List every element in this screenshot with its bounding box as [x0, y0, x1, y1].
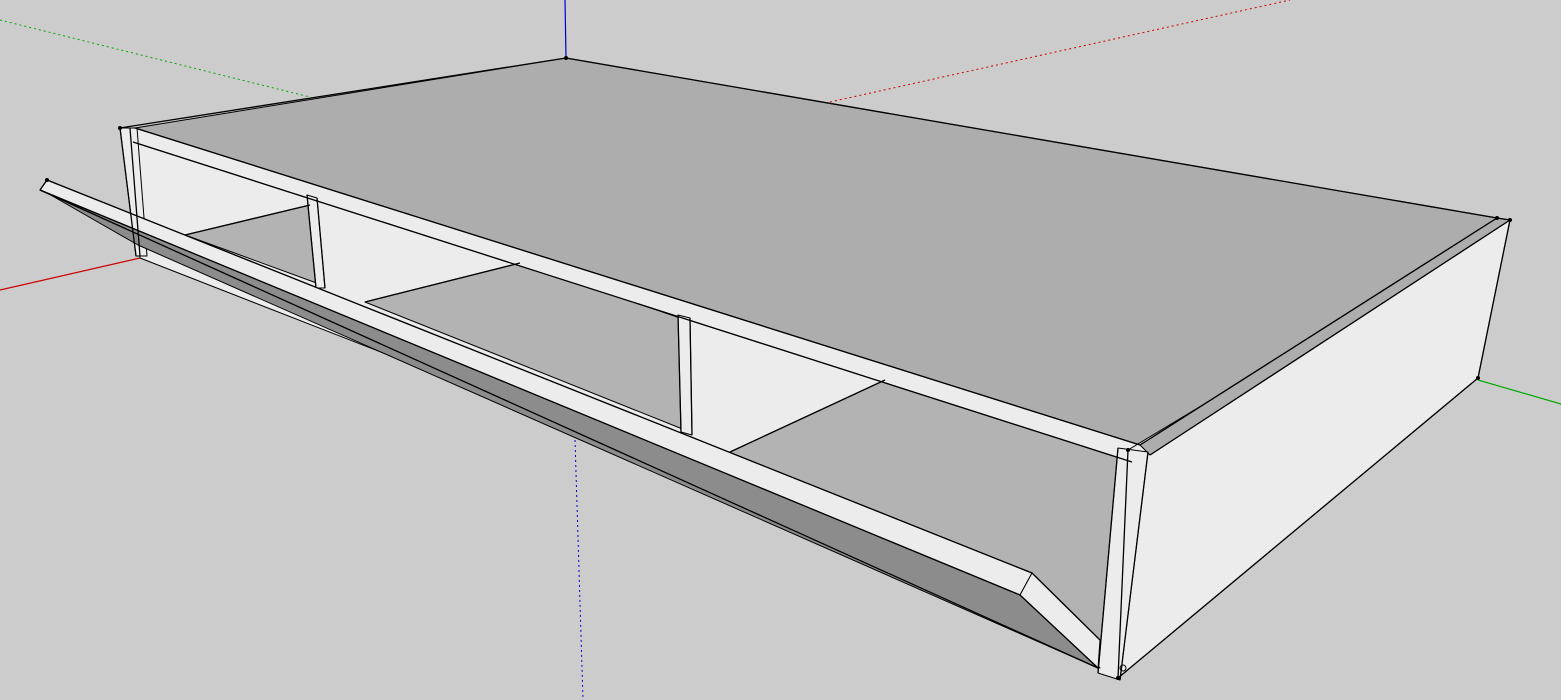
cabinet-model[interactable] — [39, 56, 1512, 681]
model-viewport[interactable] — [0, 0, 1561, 700]
blue-axis-solid — [564, 0, 567, 59]
red-axis-dotted — [829, 0, 1291, 103]
model-canvas[interactable] — [0, 0, 1561, 700]
red-axis-solid — [0, 257, 141, 291]
green-axis-solid — [1477, 379, 1561, 405]
blue-axis-dotted — [574, 439, 584, 700]
green-axis-dotted — [0, 19, 311, 98]
